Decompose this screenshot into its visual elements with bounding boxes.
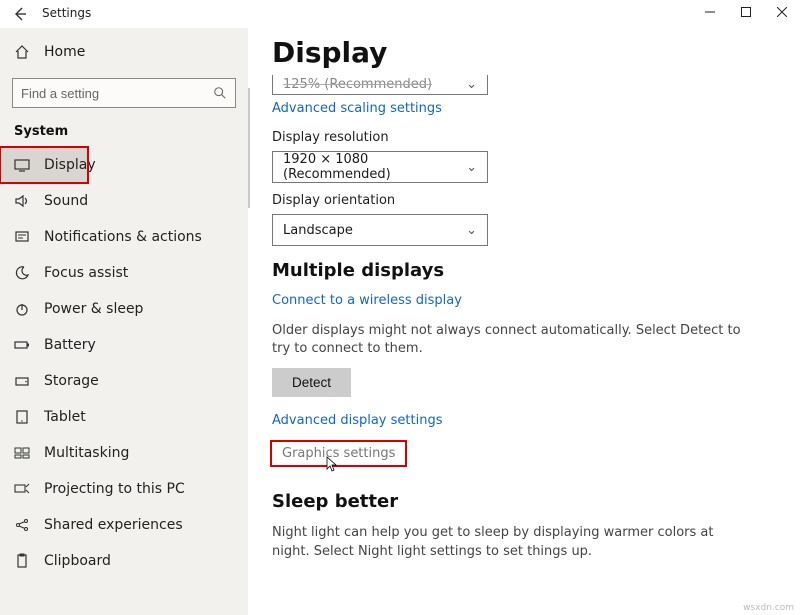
minimize-button[interactable] — [692, 0, 728, 24]
chevron-down-icon: ⌄ — [466, 160, 477, 175]
search-icon — [213, 86, 227, 100]
sidebar-item-label: Display — [44, 157, 96, 173]
window-title: Settings — [40, 0, 91, 20]
resolution-value: 1920 × 1080 (Recommended) — [283, 152, 466, 182]
graphics-settings-link[interactable]: Graphics settings — [272, 442, 405, 465]
resolution-dropdown[interactable]: 1920 × 1080 (Recommended) ⌄ — [272, 151, 488, 183]
home-icon — [14, 44, 30, 60]
shared-icon — [14, 517, 30, 533]
sidebar-item-clipboard[interactable]: Clipboard — [0, 543, 248, 579]
connect-wireless-link[interactable]: Connect to a wireless display — [272, 293, 462, 308]
sidebar-item-tablet[interactable]: Tablet — [0, 399, 248, 435]
orientation-dropdown[interactable]: Landscape ⌄ — [272, 214, 488, 246]
watermark: wsxdn.com — [743, 603, 794, 613]
minimize-icon — [705, 7, 715, 17]
detect-button[interactable]: Detect — [272, 368, 351, 397]
sidebar-item-focus[interactable]: Focus assist — [0, 255, 248, 291]
sidebar-item-label: Clipboard — [44, 553, 111, 569]
resolution-label: Display resolution — [272, 130, 800, 145]
maximize-button[interactable] — [728, 0, 764, 24]
advanced-scaling-link[interactable]: Advanced scaling settings — [272, 101, 442, 116]
sleep-better-heading: Sleep better — [272, 491, 800, 512]
sidebar-item-multitasking[interactable]: Multitasking — [0, 435, 248, 471]
search-input[interactable] — [21, 86, 191, 101]
projecting-icon — [14, 481, 30, 497]
sidebar-item-sound[interactable]: Sound — [0, 183, 248, 219]
sidebar-item-battery[interactable]: Battery — [0, 327, 248, 363]
advanced-display-link[interactable]: Advanced display settings — [272, 413, 442, 428]
tablet-icon — [14, 409, 30, 425]
chevron-down-icon: ⌄ — [466, 223, 477, 238]
power-icon — [14, 301, 30, 317]
sleep-better-text: Night light can help you get to sleep by… — [272, 524, 742, 560]
sidebar-item-projecting[interactable]: Projecting to this PC — [0, 471, 248, 507]
storage-icon — [14, 373, 30, 389]
close-icon — [777, 7, 787, 17]
notifications-icon — [14, 229, 30, 245]
multiple-displays-heading: Multiple displays — [272, 260, 800, 281]
titlebar: Settings — [0, 0, 800, 28]
older-displays-text: Older displays might not always connect … — [272, 322, 742, 358]
category-label: System — [0, 120, 248, 147]
sidebar-item-label: Storage — [44, 373, 99, 389]
multitasking-icon — [14, 445, 30, 461]
scale-value: 125% (Recommended) — [283, 77, 432, 92]
sidebar-item-label: Projecting to this PC — [44, 481, 185, 497]
sidebar-item-shared[interactable]: Shared experiences — [0, 507, 248, 543]
sidebar-item-label: Focus assist — [44, 265, 128, 281]
sidebar-item-label: Shared experiences — [44, 517, 183, 533]
sidebar-item-label: Tablet — [44, 409, 86, 425]
graphics-label: Graphics settings — [272, 442, 405, 465]
scroll-indicator — [248, 88, 250, 208]
sidebar-item-label: Power & sleep — [44, 301, 143, 317]
sidebar-item-label: Sound — [44, 193, 88, 209]
orientation-value: Landscape — [283, 223, 353, 238]
sidebar-item-label: Multitasking — [44, 445, 129, 461]
sidebar-item-label: Battery — [44, 337, 96, 353]
orientation-label: Display orientation — [272, 193, 800, 208]
display-icon — [14, 157, 30, 173]
page-title: Display — [272, 36, 800, 69]
clipboard-icon — [14, 553, 30, 569]
search-box[interactable] — [12, 78, 236, 108]
scale-dropdown[interactable]: 125% (Recommended) ⌄ — [272, 75, 488, 95]
chevron-down-icon: ⌄ — [466, 77, 477, 92]
maximize-icon — [741, 7, 751, 17]
close-button[interactable] — [764, 0, 800, 24]
back-button[interactable] — [0, 0, 40, 28]
sidebar: Home System Display Sound Notifications … — [0, 28, 248, 615]
window-controls — [692, 0, 800, 24]
arrow-left-icon — [12, 6, 28, 22]
sidebar-item-storage[interactable]: Storage — [0, 363, 248, 399]
sidebar-item-display[interactable]: Display — [0, 147, 88, 183]
sidebar-item-power[interactable]: Power & sleep — [0, 291, 248, 327]
home-link[interactable]: Home — [0, 34, 248, 70]
sound-icon — [14, 193, 30, 209]
sidebar-item-label: Notifications & actions — [44, 229, 202, 245]
sidebar-item-notifications[interactable]: Notifications & actions — [0, 219, 248, 255]
main-content: Display 125% (Recommended) ⌄ Advanced sc… — [248, 28, 800, 615]
battery-icon — [14, 337, 30, 353]
focus-icon — [14, 265, 30, 281]
home-label: Home — [44, 44, 85, 60]
